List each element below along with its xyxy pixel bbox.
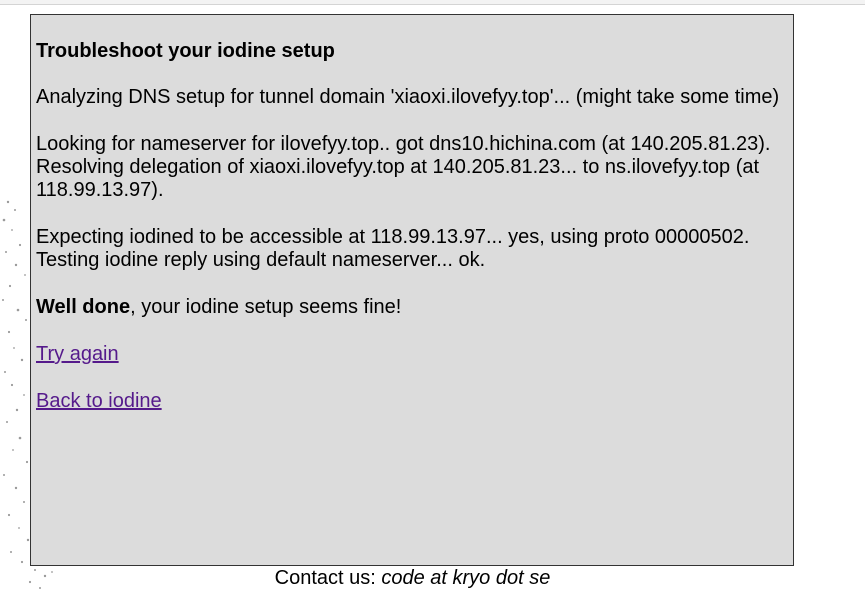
back-to-iodine-link[interactable]: Back to iodine [36, 390, 162, 412]
result-message: Well done, your iodine setup seems fine! [36, 296, 788, 319]
result-strong: Well done [36, 296, 131, 318]
try-again-link[interactable]: Try again [36, 343, 119, 365]
analyzing-text: Analyzing DNS setup for tunnel domain 'x… [36, 86, 780, 108]
tunnel-results: Expecting iodined to be accessible at 11… [36, 226, 788, 272]
testing-text: Testing iodine reply using default names… [36, 249, 486, 271]
ns-lookup-text: Looking for nameserver for ilovefyy.top.… [36, 133, 771, 155]
page-title: Troubleshoot your iodine setup [36, 40, 335, 62]
contact-email: code at kryo dot se [381, 567, 551, 589]
expecting-text: Expecting iodined to be accessible at 11… [36, 226, 750, 248]
contact-prefix: Contact us: [274, 567, 382, 589]
troubleshoot-panel: Troubleshoot your iodine setup Analyzing… [30, 14, 794, 566]
result-rest: , your iodine setup seems fine! [130, 296, 402, 318]
delegation-text: Resolving delegation of xiaoxi.ilovefyy.… [36, 156, 760, 201]
dns-results: Looking for nameserver for ilovefyy.top.… [36, 133, 788, 202]
browser-top-edge [0, 0, 865, 5]
contact-footer: Contact us: code at kryo dot se [0, 567, 825, 590]
